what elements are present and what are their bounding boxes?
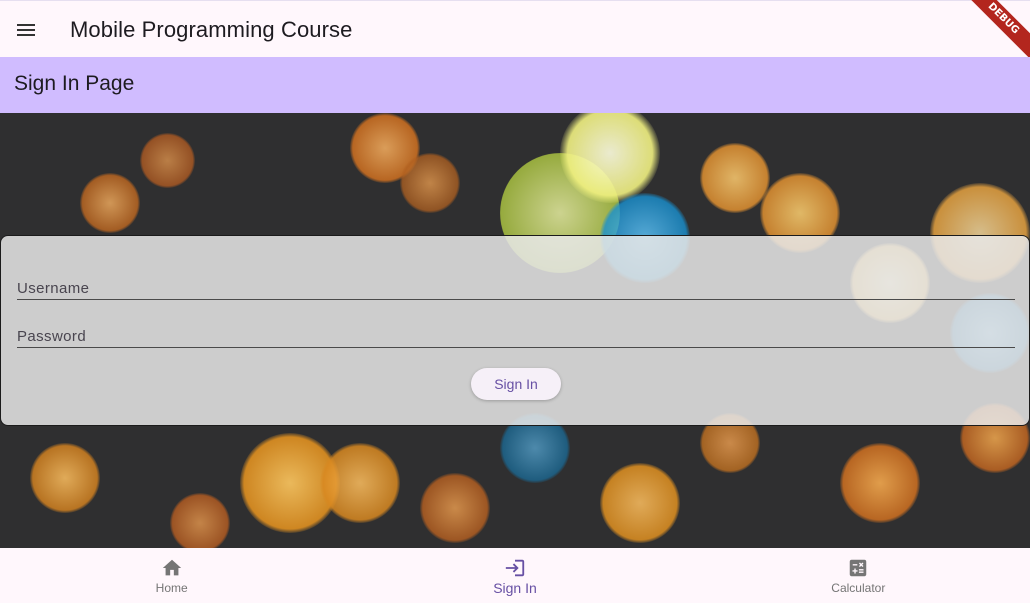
- bottom-navigation: Home Sign In Calculator: [0, 548, 1030, 603]
- login-icon: [505, 559, 525, 577]
- sign-in-form: Sign In: [0, 235, 1030, 426]
- password-field[interactable]: [17, 302, 1015, 359]
- nav-label-sign-in: Sign In: [493, 580, 537, 596]
- app-title: Mobile Programming Course: [70, 17, 353, 42]
- menu-icon[interactable]: [14, 18, 38, 42]
- home-icon: [162, 559, 181, 576]
- sign-in-button[interactable]: Sign In: [471, 368, 561, 400]
- password-input[interactable]: [17, 302, 1015, 359]
- nav-item-calculator[interactable]: Calculator: [687, 548, 1030, 603]
- username-field[interactable]: [17, 254, 1015, 311]
- page-header: Sign In Page: [0, 57, 1030, 113]
- nav-item-sign-in[interactable]: Sign In: [343, 548, 686, 603]
- calculator-icon: [850, 559, 867, 577]
- nav-label-calculator: Calculator: [831, 581, 886, 595]
- nav-item-home[interactable]: Home: [0, 548, 343, 603]
- app-bar: Mobile Programming Course: [0, 0, 1030, 57]
- nav-label-home: Home: [155, 581, 188, 595]
- page-title: Sign In Page: [14, 72, 135, 95]
